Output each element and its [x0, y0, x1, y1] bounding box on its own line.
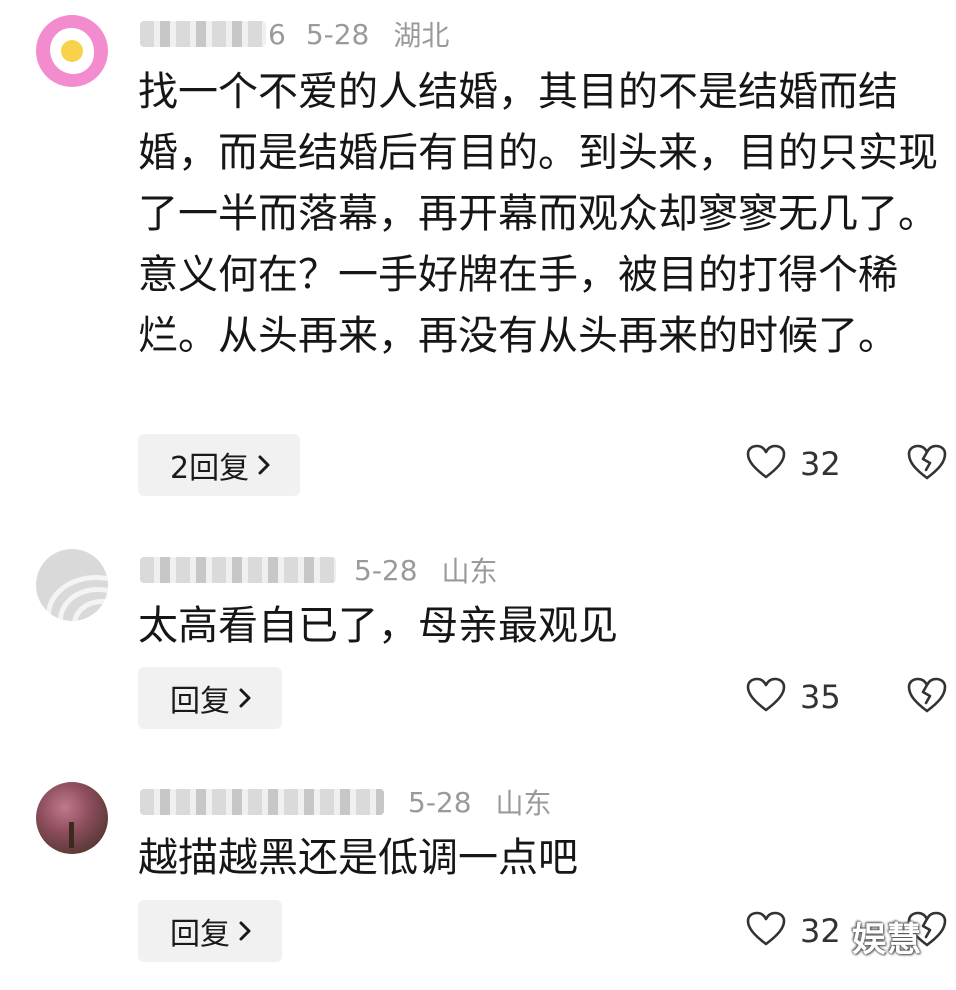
comment-meta: 6 5-28 湖北 — [140, 14, 449, 54]
avatar-tree-trunk — [69, 822, 74, 848]
comment-location: 湖北 — [393, 19, 450, 52]
dislike-button[interactable] — [906, 676, 948, 718]
comment-meta: 5-28 山东 — [140, 550, 498, 590]
like-button[interactable]: 32 — [746, 906, 841, 956]
egg-yolk-shape — [61, 40, 83, 62]
comment-meta: 5-28 山东 — [140, 782, 552, 822]
like-button[interactable]: 32 — [746, 439, 841, 489]
user-avatar[interactable] — [36, 549, 108, 621]
comment-text: 越描越黑还是低调一点吧 — [138, 835, 578, 881]
broken-heart-icon — [907, 677, 947, 713]
chevron-right-icon — [257, 454, 271, 476]
username-suffix: 6 — [268, 17, 286, 51]
heart-icon — [746, 911, 786, 951]
blurred-username[interactable] — [140, 21, 266, 47]
watermark-text: 娱慧 — [852, 920, 922, 960]
blurred-username[interactable] — [140, 789, 384, 815]
blurred-username[interactable] — [140, 557, 336, 583]
comment-location: 山东 — [495, 787, 552, 820]
user-avatar[interactable] — [36, 15, 108, 87]
comment-date: 5-28 — [408, 785, 472, 819]
like-count: 32 — [800, 912, 841, 950]
reply-button[interactable]: 回复 — [138, 667, 282, 729]
heart-icon — [746, 444, 786, 484]
comment-text: 太高看自已了，母亲最观见 — [138, 603, 618, 649]
like-count: 32 — [800, 445, 841, 483]
user-avatar[interactable] — [36, 782, 108, 854]
reply-label: 回复 — [170, 684, 230, 719]
like-count: 35 — [800, 678, 841, 716]
reply-label: 回复 — [170, 917, 230, 952]
broken-heart-icon — [907, 444, 947, 480]
heart-icon — [746, 677, 786, 717]
like-button[interactable]: 35 — [746, 672, 841, 722]
reply-button[interactable]: 2回复 — [138, 434, 300, 496]
comment-date: 5-28 — [305, 17, 370, 51]
chevron-right-icon — [238, 920, 252, 942]
reply-label: 2回复 — [170, 451, 250, 486]
comment-date: 5-28 — [354, 553, 418, 587]
chevron-right-icon — [238, 687, 252, 709]
comment-location: 山东 — [441, 555, 498, 588]
dislike-button[interactable] — [906, 443, 948, 485]
reply-button[interactable]: 回复 — [138, 900, 282, 962]
comment-text: 找一个不爱的人结婚，其目的不是结婚而结婚，而是结婚后有目的。到头来，目的只实现了… — [138, 69, 938, 359]
